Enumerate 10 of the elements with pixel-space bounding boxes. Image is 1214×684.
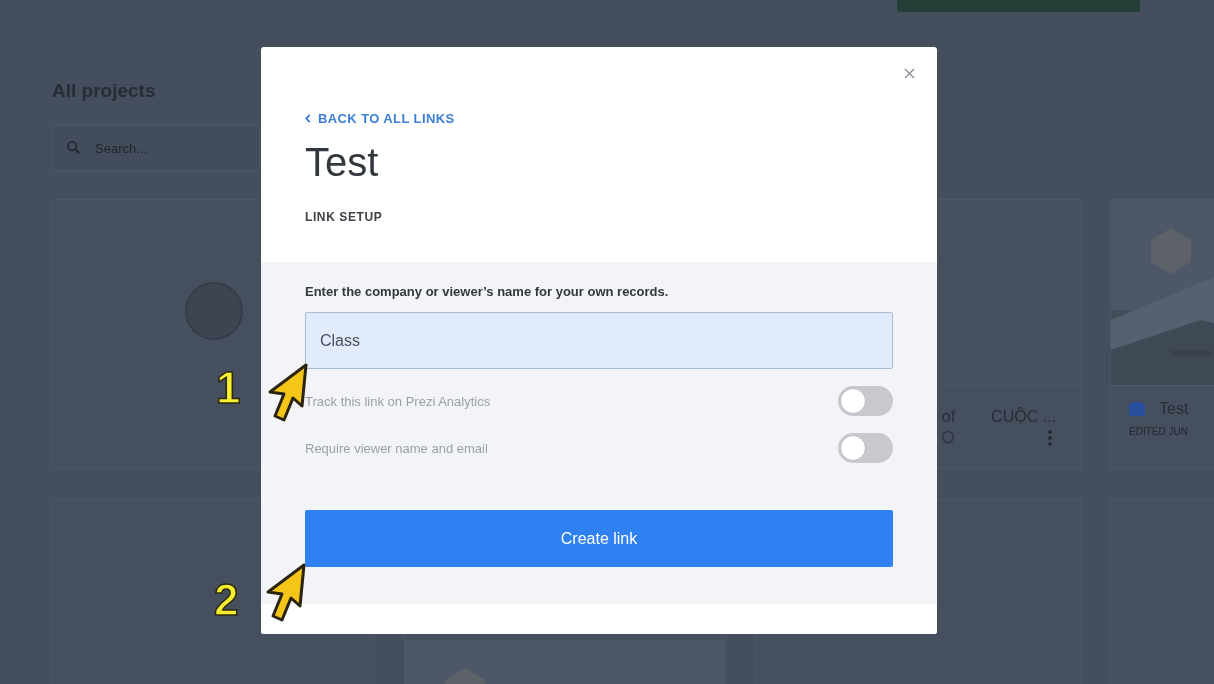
- step-number: 1: [216, 366, 241, 410]
- section-label: LINK SETUP: [305, 210, 384, 224]
- create-link-button[interactable]: Create link: [305, 510, 893, 567]
- step-number: 2: [214, 578, 239, 622]
- toggle-label: Track this link on Prezi Analytics: [305, 393, 491, 409]
- toggle-label: Require viewer name and email: [305, 440, 488, 456]
- name-field[interactable]: Class: [305, 312, 893, 369]
- back-link[interactable]: BACK TO ALL LINKS: [305, 111, 455, 126]
- field-label: Enter the company or viewer’s name for your own records.: [305, 284, 670, 299]
- dialog-title: Test: [305, 139, 380, 185]
